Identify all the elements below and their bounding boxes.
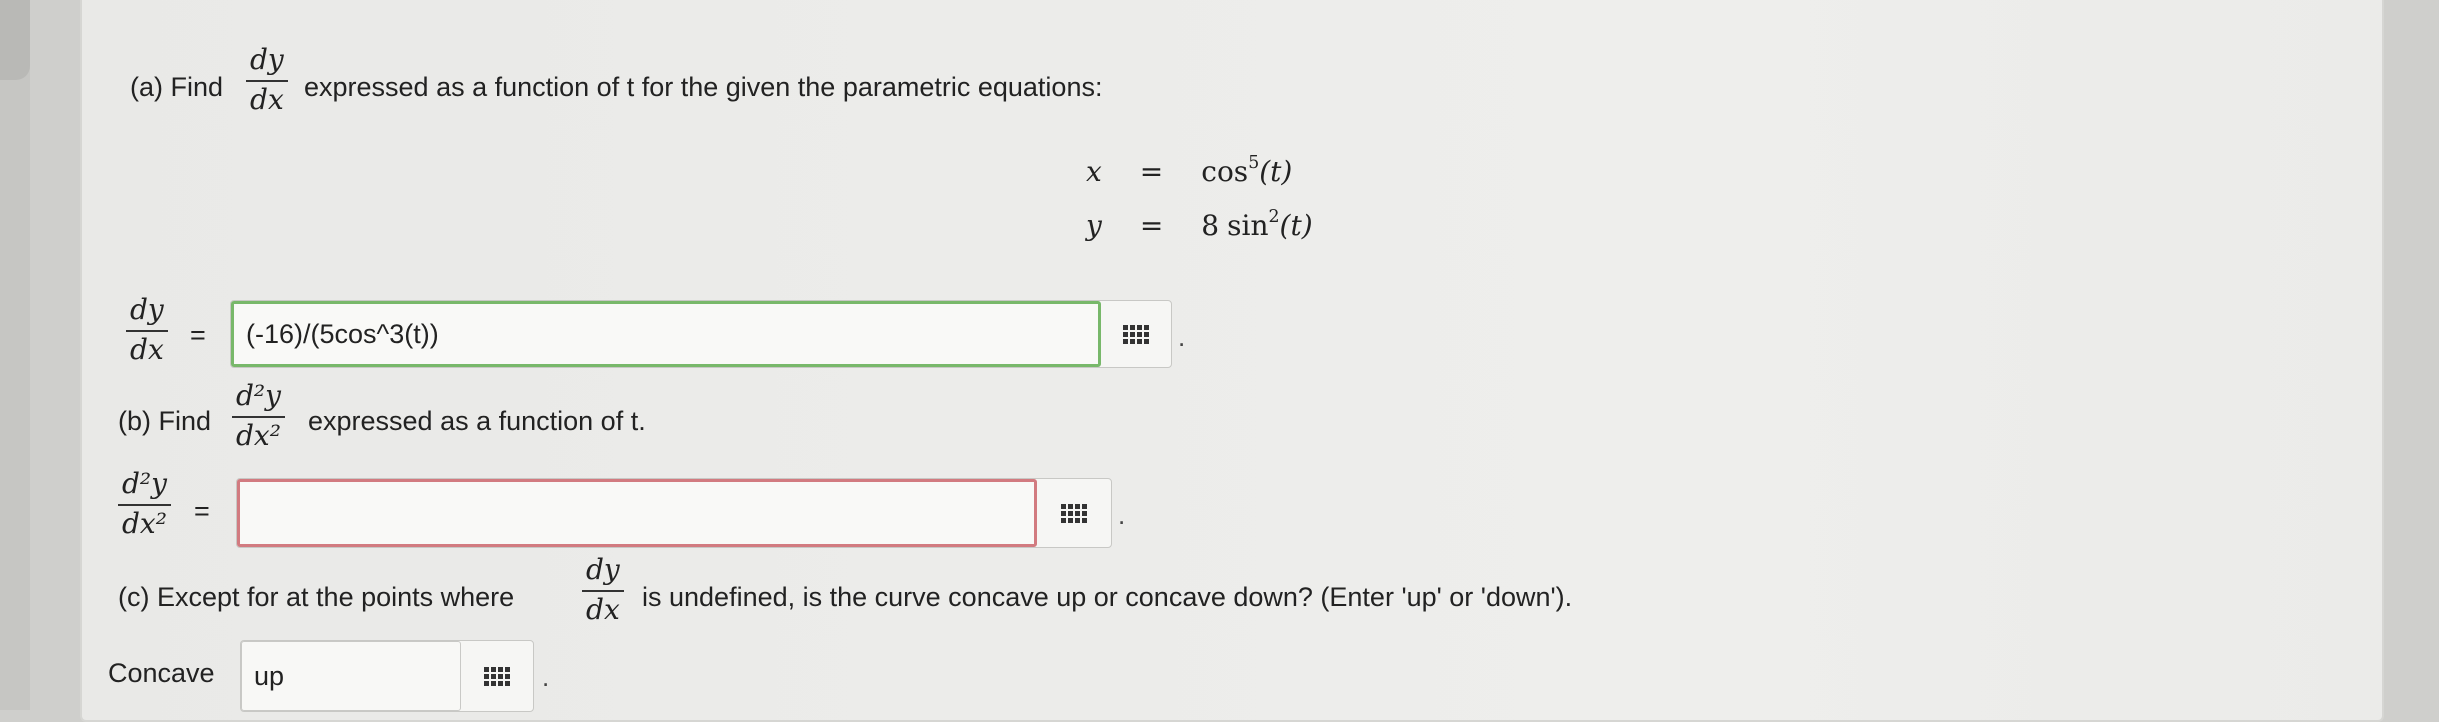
part-b-prefix: (b) Find xyxy=(118,406,212,436)
part-a-frac-den: dx xyxy=(250,83,284,116)
part-a-answer-group: (-16)/(5cos^3(t)) xyxy=(230,300,1172,368)
part-b-fraction: d²y dx² xyxy=(232,382,285,450)
part-b-period: . xyxy=(1118,500,1126,530)
part-c-suffix: is undefined, is the curve concave up or… xyxy=(642,582,1573,612)
part-a-answer-input[interactable]: (-16)/(5cos^3(t)) xyxy=(231,301,1101,367)
equation-y: y = 8 sin2(t) xyxy=(1086,206,1313,242)
equation-x: x = cos5(t) xyxy=(1086,152,1293,188)
part-c-answer-group: up xyxy=(240,640,534,712)
part-a-fraction: dy dx xyxy=(246,46,288,114)
part-c-grid-keyboard-icon[interactable] xyxy=(461,641,533,711)
part-a-grid-keyboard-icon[interactable] xyxy=(1101,301,1171,367)
part-c-period: . xyxy=(542,662,550,692)
part-a-suffix: expressed as a function of t for the giv… xyxy=(304,72,1103,102)
part-a-frac-num: dy xyxy=(250,43,284,76)
concave-label: Concave xyxy=(108,658,215,688)
part-b-grid-keyboard-icon[interactable] xyxy=(1037,479,1111,547)
part-b-suffix: expressed as a function of t. xyxy=(308,406,646,436)
left-tab xyxy=(0,0,30,80)
part-b-answer-group xyxy=(236,478,1112,548)
part-c-fraction: dy dx xyxy=(582,556,624,624)
part-c-answer-input[interactable]: up xyxy=(241,641,461,711)
left-strip xyxy=(0,0,30,710)
question-card: (a) Find dy dx expressed as a function o… xyxy=(80,0,2384,722)
part-b-answer-input[interactable] xyxy=(237,479,1037,547)
part-a-equals: = xyxy=(190,320,206,350)
part-a-period: . xyxy=(1178,322,1186,352)
part-a-prefix: (a) Find xyxy=(130,72,224,102)
part-c-prefix: (c) Except for at the points where xyxy=(118,582,515,612)
d2y-dx2-label: d²y dx² xyxy=(118,470,171,538)
dy-dx-label: dy dx xyxy=(126,296,168,364)
part-b-equals: = xyxy=(194,496,210,526)
